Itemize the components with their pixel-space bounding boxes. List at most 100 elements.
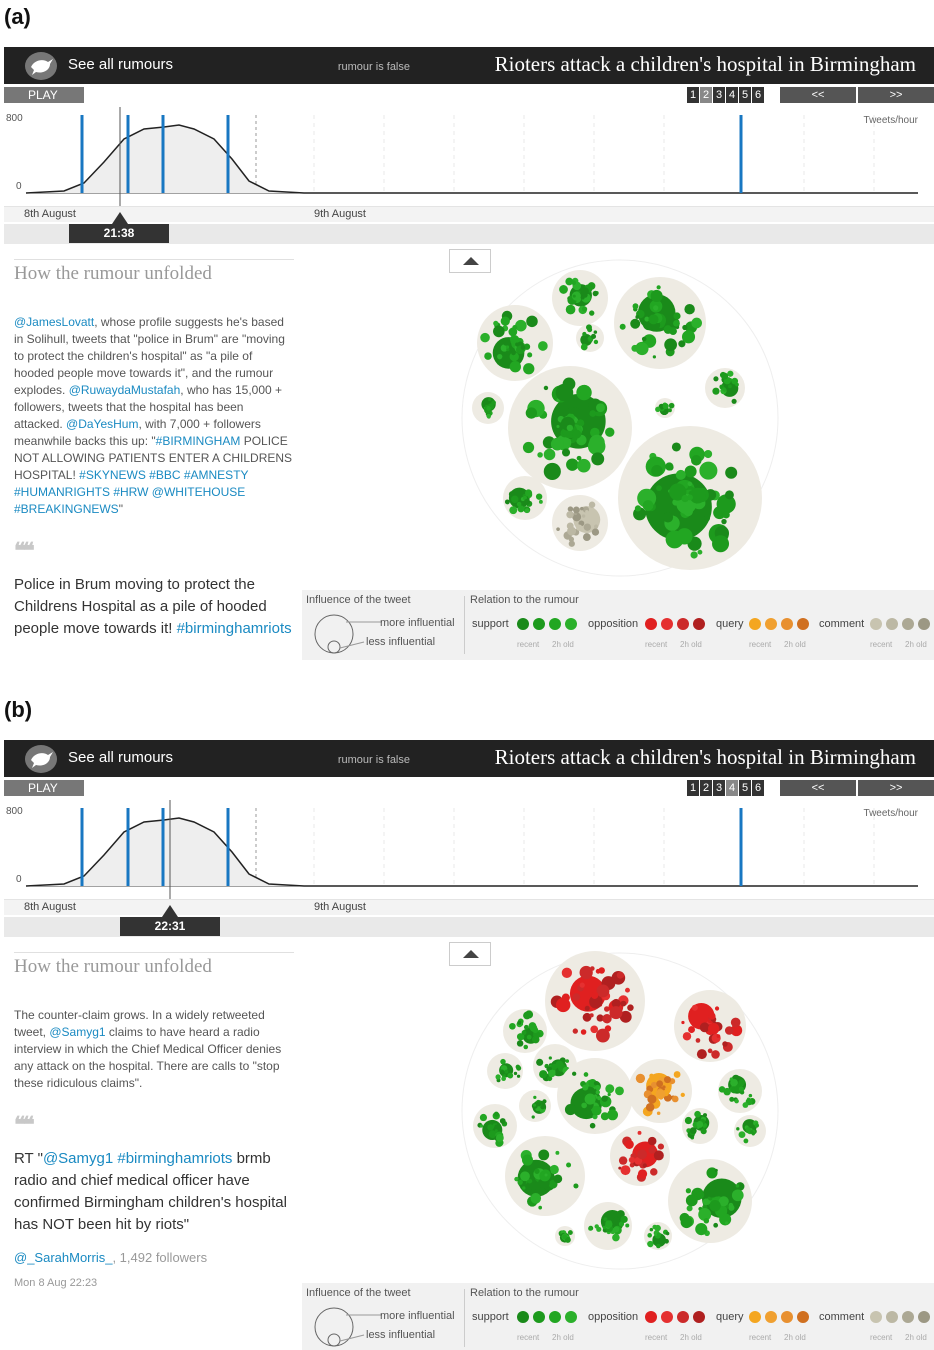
inline-link[interactable]: @RuwaydaMustafah [69, 383, 181, 397]
tweet-cluster[interactable] [668, 1159, 752, 1243]
page-5-button[interactable]: 5 [739, 780, 751, 796]
tweet-bubble [709, 1200, 721, 1212]
support-legend-dot [549, 1311, 561, 1323]
page-5-button[interactable]: 5 [739, 87, 751, 103]
tweet-bubble [533, 1095, 537, 1100]
tweet-cluster[interactable] [734, 1115, 766, 1147]
tweet-bubble [494, 1129, 498, 1133]
page-4-button[interactable]: 4 [726, 780, 738, 796]
tweet-bubble [591, 528, 600, 536]
tweet-cluster[interactable] [552, 495, 608, 551]
tweet-cluster[interactable] [503, 476, 547, 520]
tweet-bubble [535, 493, 543, 500]
tweet-cluster[interactable] [473, 1104, 517, 1148]
page-4-button[interactable]: 4 [726, 87, 738, 103]
query-legend-dot [749, 1311, 761, 1323]
tweet-cluster[interactable] [508, 366, 632, 490]
page-2-button[interactable]: 2 [700, 87, 712, 103]
tweet-bubble [576, 458, 591, 473]
tweet-cluster[interactable] [519, 1090, 551, 1122]
tweet-bubble [556, 527, 560, 531]
tweet-cluster[interactable] [487, 1053, 523, 1089]
tweet-bubble [538, 1205, 543, 1210]
previous-button[interactable]: << [780, 780, 856, 796]
tweet-bubble [656, 285, 661, 290]
tweet-bubble [595, 1084, 601, 1091]
tweet-cluster[interactable] [718, 1069, 762, 1113]
tweet-bubble [637, 1169, 648, 1179]
tweet-bubble [588, 1226, 593, 1231]
see-all-rumours-link[interactable]: See all rumours [68, 749, 173, 766]
tweet-bubble [653, 305, 659, 311]
tweet-bubble [724, 490, 734, 500]
tweet-timeline[interactable]: 800 0 Tweets/hour 8th August 9th August … [4, 107, 934, 247]
bubble-cluster-chart[interactable] [460, 951, 780, 1271]
page-1-button[interactable]: 1 [687, 87, 699, 103]
current-time-handle[interactable]: 22:31 [120, 917, 220, 936]
tweet-cluster[interactable] [644, 1222, 672, 1250]
tweet-bubble [691, 455, 702, 466]
inline-link[interactable]: @Samyg1 [49, 1025, 105, 1039]
tweet-cluster[interactable] [477, 305, 553, 381]
tweet-bubble [564, 1104, 577, 1116]
play-button[interactable]: PLAY [4, 780, 84, 796]
tweet-cluster[interactable] [614, 277, 706, 369]
tweet-cluster[interactable] [505, 1136, 585, 1216]
page-1-button[interactable]: 1 [687, 780, 699, 796]
inline-link[interactable]: @DaYesHum [66, 417, 138, 431]
tweet-bubble [645, 1102, 655, 1112]
tweet-cluster[interactable] [584, 1202, 632, 1250]
inline-link[interactable]: #birminghamriots [177, 620, 292, 637]
bird-logo-icon [25, 52, 57, 80]
timeline-chart [25, 800, 918, 900]
tweet-bubble [598, 967, 605, 974]
page-selector: 1 2 3 4 5 6 [687, 87, 764, 103]
tweet-cluster[interactable] [472, 392, 504, 424]
play-button[interactable]: PLAY [4, 87, 84, 103]
less-influential-label: less influential [366, 636, 436, 648]
tweet-cluster[interactable] [555, 1226, 575, 1246]
page-6-button[interactable]: 6 [752, 780, 764, 796]
previous-button[interactable]: << [780, 87, 856, 103]
inline-link[interactable]: @JamesLovatt [14, 315, 94, 329]
tweet-cluster[interactable] [610, 1126, 670, 1186]
tweet-bubble [655, 406, 661, 413]
tweet-bubble [511, 495, 519, 504]
tweet-bubble [725, 466, 738, 479]
tweet-cluster[interactable] [557, 1058, 633, 1134]
see-all-rumours-link[interactable]: See all rumours [68, 56, 173, 73]
tweet-bubble [479, 1124, 484, 1128]
query-legend-dot [765, 1311, 777, 1323]
bubble-cluster-chart[interactable] [460, 258, 780, 578]
tweet-cluster[interactable] [682, 1108, 718, 1144]
opposition-legend-dot [693, 618, 705, 630]
author-handle-link[interactable]: @_SarahMorris_ [14, 1250, 112, 1265]
current-time-handle[interactable]: 21:38 [69, 224, 169, 243]
inline-link[interactable]: @Samyg1 #birminghamriots [43, 1150, 232, 1167]
tweet-bubble [612, 1216, 620, 1225]
tweet-bubble [513, 1071, 518, 1076]
tweet-bubble [520, 1171, 530, 1182]
tweet-cluster[interactable] [552, 270, 608, 326]
support-legend-dot [549, 618, 561, 630]
page-6-button[interactable]: 6 [752, 87, 764, 103]
inline-link[interactable]: #BIRMINGHAM [156, 434, 241, 448]
page-3-button[interactable]: 3 [713, 87, 725, 103]
tweet-cluster[interactable] [545, 951, 645, 1051]
tweet-cluster[interactable] [705, 368, 745, 408]
tweet-cluster[interactable] [576, 324, 604, 352]
page-3-button[interactable]: 3 [713, 780, 725, 796]
page-2-button[interactable]: 2 [700, 780, 712, 796]
tweet-cluster[interactable] [628, 1059, 692, 1123]
tweet-cluster[interactable] [618, 426, 762, 570]
tweet-cluster[interactable] [674, 990, 746, 1062]
query-old-label: 2h old [784, 1333, 806, 1342]
tweet-bubble [694, 1110, 701, 1118]
tweet-cluster[interactable] [655, 398, 675, 418]
next-button[interactable]: >> [858, 780, 934, 796]
next-button[interactable]: >> [858, 87, 934, 103]
comment-legend-dot [886, 618, 898, 630]
tweet-bubble [751, 1132, 755, 1136]
tweet-timeline[interactable]: 800 0 Tweets/hour 8th August 9th August … [4, 800, 934, 940]
tweet-cluster[interactable] [503, 1009, 547, 1053]
